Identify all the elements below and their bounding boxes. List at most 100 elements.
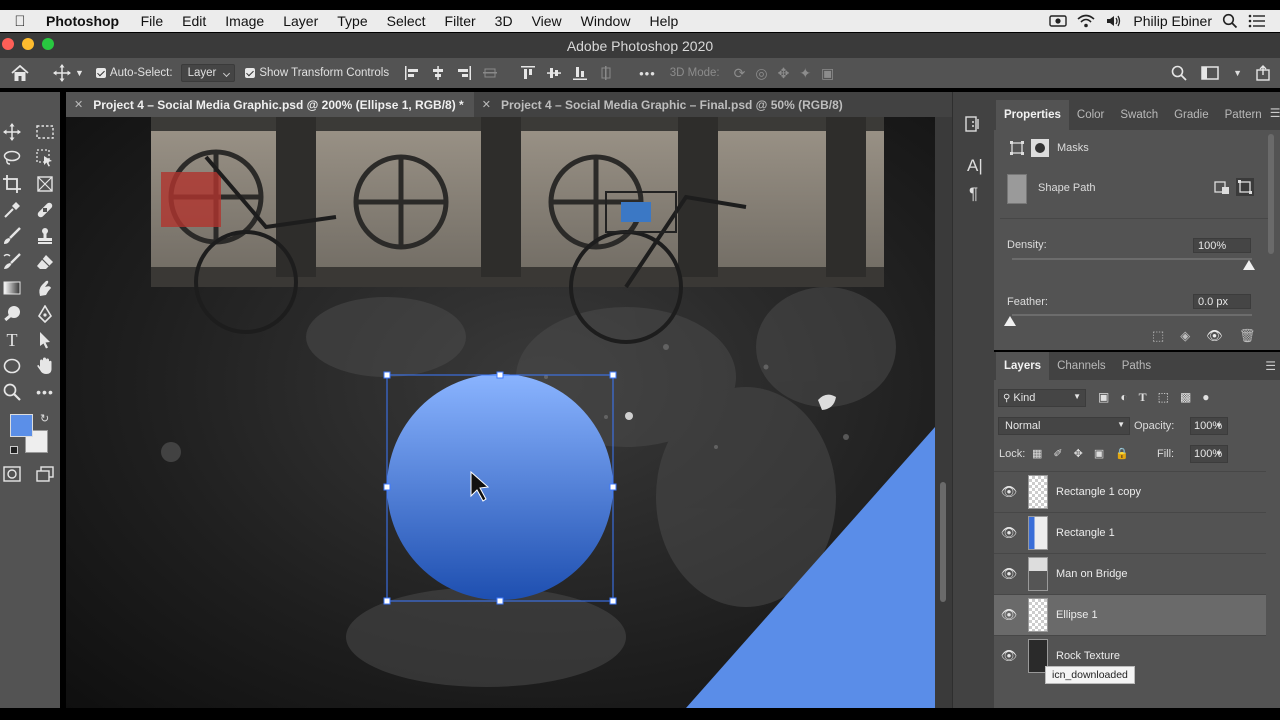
align-left-icon[interactable]	[405, 66, 419, 80]
3d-orbit-icon[interactable]: ⟳	[734, 65, 746, 82]
visibility-eye-icon[interactable]: 👁	[1206, 328, 1223, 344]
align-top-icon[interactable]	[521, 66, 536, 80]
visibility-eye-icon[interactable]: 👁	[994, 607, 1024, 623]
load-selection-icon[interactable]: ⬚	[1152, 328, 1164, 344]
feather-slider-handle[interactable]	[1004, 316, 1016, 326]
visibility-eye-icon[interactable]: 👁	[994, 648, 1024, 664]
menu-3d[interactable]: 3D	[485, 13, 522, 29]
align-bottom-icon[interactable]	[573, 66, 588, 80]
home-icon[interactable]	[11, 64, 29, 82]
smudge-tool-icon[interactable]	[33, 276, 57, 300]
pen-tool-icon[interactable]	[33, 302, 57, 326]
delete-mask-icon[interactable]: 🗑	[1239, 328, 1256, 344]
crop-tool-icon[interactable]	[0, 172, 24, 196]
dodge-tool-icon[interactable]	[0, 302, 24, 326]
more-options-button[interactable]: •••	[639, 66, 656, 81]
pixel-mask-icon[interactable]	[1010, 141, 1024, 155]
menu-window[interactable]: Window	[571, 13, 640, 29]
visibility-eye-icon[interactable]: 👁	[994, 484, 1024, 500]
menu-type[interactable]: Type	[328, 13, 377, 29]
ellipse-shape[interactable]	[387, 374, 613, 600]
properties-scrollbar[interactable]	[1268, 134, 1274, 254]
add-mask-icon[interactable]	[1214, 181, 1230, 195]
layer-row-man-on-bridge[interactable]: 👁 Man on Bridge	[994, 553, 1266, 594]
tab-social-media-graphic[interactable]: ✕ Project 4 – Social Media Graphic.psd @…	[66, 92, 474, 117]
move-tool-icon[interactable]	[53, 64, 71, 82]
layer-row-ellipse-1[interactable]: 👁 Ellipse 1	[994, 594, 1266, 635]
feather-slider-track[interactable]	[1012, 314, 1252, 316]
hand-tool-icon[interactable]	[33, 354, 57, 378]
layer-name[interactable]: Man on Bridge	[1056, 568, 1128, 580]
lasso-tool-icon[interactable]	[0, 146, 24, 170]
menu-layer[interactable]: Layer	[274, 13, 328, 29]
align-vertical-center-icon[interactable]	[547, 66, 562, 80]
close-window-button[interactable]	[2, 38, 14, 50]
3d-pan-icon[interactable]: ✥	[778, 65, 790, 82]
filter-type-icon[interactable]: T	[1139, 390, 1147, 405]
tab-social-media-graphic-final[interactable]: ✕ Project 4 – Social Media Graphic – Fin…	[474, 92, 853, 117]
filter-smart-object-icon[interactable]: ▩	[1180, 390, 1191, 405]
edit-toolbar-icon[interactable]: •••	[33, 380, 57, 404]
blend-mode-dropdown[interactable]: Normal ▼	[998, 417, 1130, 435]
swap-colors-icon[interactable]: ↻	[40, 412, 49, 425]
history-panel-icon[interactable]	[964, 114, 984, 134]
paragraph-panel-icon[interactable]: ¶	[969, 184, 978, 204]
lock-all-icon[interactable]: 🔒	[1115, 447, 1129, 460]
tab-color[interactable]: Color	[1069, 100, 1112, 130]
menu-app-name[interactable]: Photoshop	[40, 13, 131, 29]
eyedropper-tool-icon[interactable]	[0, 198, 24, 222]
close-tab-icon[interactable]: ✕	[482, 98, 491, 111]
vector-mask-icon[interactable]	[1031, 139, 1049, 157]
layer-row-rectangle-1-copy[interactable]: 👁 Rectangle 1 copy	[994, 471, 1266, 512]
notification-center-icon[interactable]	[1248, 14, 1266, 28]
volume-icon[interactable]	[1105, 14, 1123, 28]
lock-image-pixels-icon[interactable]: ✐	[1053, 447, 1062, 460]
gradient-tool-icon[interactable]	[0, 276, 24, 300]
ellipse-tool-icon[interactable]	[0, 354, 24, 378]
menu-view[interactable]: View	[522, 13, 571, 29]
layer-name[interactable]: Rectangle 1	[1056, 527, 1115, 539]
user-name[interactable]: Philip Ebiner	[1133, 13, 1212, 29]
filter-toggle-icon[interactable]: ●	[1202, 390, 1209, 405]
chevron-down-icon[interactable]: ▼	[75, 68, 84, 78]
menu-image[interactable]: Image	[216, 13, 274, 29]
tab-patterns[interactable]: Pattern	[1217, 100, 1270, 130]
scrollbar-thumb[interactable]	[940, 482, 946, 602]
density-slider-track[interactable]	[1012, 258, 1252, 260]
document-canvas[interactable]	[66, 117, 935, 708]
clone-stamp-tool-icon[interactable]	[33, 224, 57, 248]
eraser-tool-icon[interactable]	[33, 250, 57, 274]
menu-filter[interactable]: Filter	[435, 13, 485, 29]
menu-help[interactable]: Help	[640, 13, 688, 29]
filter-adjustment-icon[interactable]: ◐	[1120, 390, 1127, 405]
feather-input[interactable]: 0.0 px	[1193, 294, 1251, 309]
layer-name[interactable]: Rectangle 1 copy	[1056, 486, 1141, 498]
tab-layers[interactable]: Layers	[996, 352, 1050, 380]
object-selection-tool-icon[interactable]	[33, 146, 57, 170]
zoom-window-button[interactable]	[42, 38, 54, 50]
workspace-icon[interactable]	[1201, 66, 1219, 80]
layer-name[interactable]: Ellipse 1	[1056, 609, 1098, 621]
quick-mask-icon[interactable]	[0, 462, 24, 486]
tab-channels[interactable]: Channels	[1049, 352, 1114, 380]
brush-tool-icon[interactable]	[0, 224, 24, 248]
healing-brush-tool-icon[interactable]	[33, 198, 57, 222]
visibility-eye-icon[interactable]: 👁	[994, 525, 1024, 541]
lock-artboard-icon[interactable]: ▣	[1094, 447, 1104, 460]
menu-edit[interactable]: Edit	[173, 13, 216, 29]
screen-record-icon[interactable]	[1049, 14, 1068, 28]
tab-properties[interactable]: Properties	[996, 100, 1069, 130]
density-input[interactable]: 100%	[1193, 238, 1251, 253]
lock-position-icon[interactable]: ✥	[1074, 447, 1083, 460]
visibility-eye-icon[interactable]: 👁	[994, 566, 1024, 582]
chevron-down-icon[interactable]: ▼	[1215, 421, 1223, 430]
screen-mode-icon[interactable]	[33, 462, 57, 486]
move-tool-icon[interactable]	[0, 120, 24, 144]
panel-menu-icon[interactable]: ☰	[1265, 352, 1280, 380]
align-right-icon[interactable]	[457, 66, 472, 80]
menu-file[interactable]: File	[131, 13, 173, 29]
auto-select-checkbox[interactable]	[95, 68, 106, 78]
tab-gradients[interactable]: Gradie	[1166, 100, 1217, 130]
layer-filter-dropdown[interactable]: ⚲ Kind ▼	[998, 389, 1086, 407]
history-brush-tool-icon[interactable]	[0, 250, 24, 274]
